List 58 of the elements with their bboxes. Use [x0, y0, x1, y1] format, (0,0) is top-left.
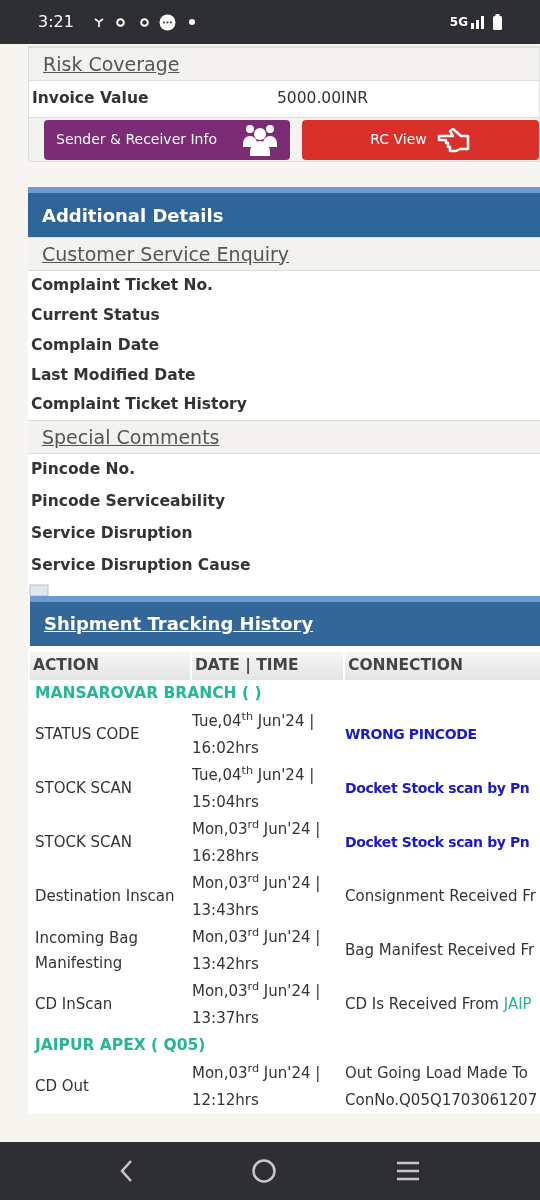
signal-icon [471, 15, 487, 29]
battery-icon [493, 14, 502, 30]
connection-cell-text: CD Is Received From JAIP [345, 994, 532, 1016]
column-header: ACTION [30, 652, 190, 680]
column-header: DATE | TIME [192, 652, 343, 680]
field-label: Complaint Ticket No. [30, 275, 214, 297]
date-time-cell-text: Mon,03$^{rd}$ Jun'24 | 13:42hrs [192, 925, 322, 975]
field-label: Invoice Value [32, 88, 150, 110]
action-cell-text: Destination Inscan [34, 886, 176, 908]
connection-cell-text: WRONG PINCODE [345, 725, 477, 745]
network-type: 5G [449, 14, 468, 31]
action-cell-text: CD Out [34, 1076, 90, 1098]
date-time-cell-text: Tue,04$^{th}$ Jun'24 | 16:02hrs [192, 709, 316, 759]
field-label: Complain Date [30, 334, 161, 356]
back-icon[interactable] [119, 1159, 133, 1183]
menu-icon[interactable] [395, 1160, 421, 1182]
column-header: CONNECTION [345, 652, 540, 680]
date-time-cell-text: Mon,03$^{rd}$ Jun'24 | 16:28hrs [192, 817, 322, 867]
rc-view-button[interactable]: RC View [302, 119, 539, 160]
hub-name: JAIPUR APEX ( Q05) [33, 1035, 207, 1057]
tracking-history-title-link[interactable]: Shipment Tracking History [44, 610, 314, 638]
field-label: Last Modified Date [30, 364, 197, 386]
field-label: Service Disruption Cause [30, 555, 252, 577]
action-cell-text: Incoming Bag Manifesting [34, 928, 139, 974]
ring-icon [115, 17, 125, 27]
field-label: Pincode Serviceability [30, 491, 226, 513]
field-label: Service Disruption [30, 523, 194, 545]
date-time-cell-text: Mon,03$^{rd}$ Jun'24 | 13:43hrs [192, 871, 322, 921]
people-icon [242, 122, 278, 157]
home-icon[interactable] [251, 1158, 277, 1184]
connection-cell-text: Bag Manifest Received Fr [345, 940, 535, 962]
action-cell-text: STOCK SCAN [34, 778, 134, 800]
pointing-hand-icon [436, 126, 471, 153]
section-title-link[interactable]: Risk Coverage [43, 49, 180, 79]
clock: 3:21 [38, 11, 74, 33]
connection-cell-text: Docket Stock scan by Pn [345, 833, 530, 853]
date-time-cell-text: Mon,03$^{rd}$ Jun'24 | 12:12hrs [192, 1061, 322, 1111]
connection-cell-text: Consignment Received Fr [345, 886, 536, 908]
field-label: Pincode No. [30, 459, 137, 481]
action-cell-text: STOCK SCAN [34, 832, 134, 854]
dot-icon [188, 19, 195, 25]
hub-name: MANSAROVAR BRANCH ( ) [34, 683, 263, 705]
field-value: 5000.00INR [277, 88, 369, 110]
connection-cell-text: Docket Stock scan by Pn [345, 779, 530, 799]
connection-cell-text: Out Going Load Made To ConNo.Q05Q1703061207 [345, 1063, 538, 1111]
sender-receiver-info-button[interactable]: Sender & Receiver Info [44, 119, 290, 160]
action-cell-text: STATUS CODE [34, 724, 141, 746]
section-title-link[interactable]: Special Comments [42, 422, 220, 452]
action-cell-text: CD InScan [34, 994, 114, 1016]
field-label: Current Status [30, 305, 161, 327]
section-title-link[interactable]: Customer Service Enquiry [42, 239, 290, 269]
additional-details-header: Additional Details [28, 193, 540, 237]
field-label: Complaint Ticket History [30, 394, 248, 416]
date-time-cell-text: Mon,03$^{rd}$ Jun'24 | 13:37hrs [192, 979, 322, 1029]
date-time-cell-text: Tue,04$^{th}$ Jun'24 | 15:04hrs [192, 763, 316, 813]
antenna-icon [93, 17, 104, 27]
ring-icon [139, 17, 149, 27]
chat-bubble-icon [158, 13, 176, 31]
